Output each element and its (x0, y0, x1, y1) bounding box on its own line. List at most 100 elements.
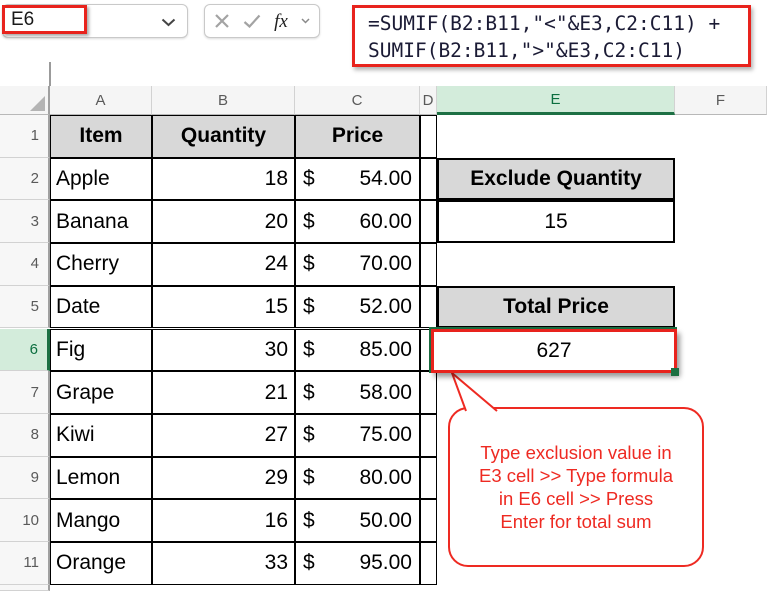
cell-B11[interactable]: 33 (152, 542, 295, 585)
row-header-10[interactable]: 10 (0, 499, 50, 542)
currency-symbol: $ (303, 423, 315, 447)
cell-D4[interactable] (420, 243, 437, 286)
price-value: 52.00 (359, 295, 412, 319)
price-value: 95.00 (359, 551, 412, 575)
cell-D11[interactable] (420, 542, 437, 585)
cell-B2[interactable]: 18 (152, 158, 295, 201)
gridline-stub (49, 62, 51, 86)
column-header-E[interactable]: E (437, 86, 675, 115)
currency-symbol: $ (303, 381, 315, 405)
callout-bubble: Type exclusion value in E3 cell >> Type … (448, 407, 704, 567)
cell-D5[interactable] (420, 286, 437, 329)
formula-line-1: =SUMIF(B2:B11,"<"&E3,C2:C11) + (368, 10, 748, 37)
cell-B8[interactable]: 27 (152, 414, 295, 457)
cell-D8[interactable] (420, 414, 437, 457)
cell-B6[interactable]: 30 (152, 329, 295, 372)
row-header-5[interactable]: 5 (0, 286, 50, 329)
cell-A7[interactable]: Grape (50, 371, 152, 414)
row-header-partial (0, 585, 50, 591)
formula-buttons-group: fx (204, 4, 320, 38)
currency-symbol: $ (303, 466, 315, 490)
enter-check-icon[interactable] (243, 14, 261, 28)
cell-A11[interactable]: Orange (50, 542, 152, 585)
currency-symbol: $ (303, 295, 315, 319)
fill-handle[interactable] (671, 368, 679, 376)
name-box-dropdown-icon[interactable] (161, 18, 176, 27)
column-header-F[interactable]: F (675, 86, 767, 115)
cell-A4[interactable]: Cherry (50, 243, 152, 286)
cell-B7[interactable]: 21 (152, 371, 295, 414)
row-header-1[interactable]: 1 (0, 115, 50, 158)
insert-function-button[interactable]: fx (274, 12, 288, 31)
callout-tail (440, 370, 510, 415)
cell-C4[interactable]: $70.00 (295, 243, 420, 286)
callout-line: E3 cell >> Type formula (479, 464, 673, 487)
cell-A3[interactable]: Banana (50, 200, 152, 243)
cell-C10[interactable]: $50.00 (295, 499, 420, 542)
cell-A9[interactable]: Lemon (50, 457, 152, 500)
column-header-D[interactable]: D (420, 86, 437, 115)
cell-E5[interactable]: Total Price (437, 286, 675, 329)
price-value: 58.00 (359, 381, 412, 405)
spreadsheet-grid: Type exclusion value in E3 cell >> Type … (0, 86, 767, 591)
select-all-corner[interactable] (0, 86, 50, 115)
row-header-6[interactable]: 6 (0, 329, 50, 372)
fx-dropdown-icon[interactable] (301, 18, 310, 24)
cell-B9[interactable]: 29 (152, 457, 295, 500)
currency-symbol: $ (303, 338, 315, 362)
price-value: 50.00 (359, 509, 412, 533)
cell-D1[interactable] (420, 115, 437, 158)
cell-B10[interactable]: 16 (152, 499, 295, 542)
cell-B1[interactable]: Quantity (152, 115, 295, 158)
name-box-red-annotation: E6 (2, 5, 87, 34)
total-value: 627 (536, 339, 571, 363)
cell-A6[interactable]: Fig (50, 329, 152, 372)
formula-bar[interactable]: =SUMIF(B2:B11,"<"&E3,C2:C11) + SUMIF(B2:… (352, 5, 751, 67)
column-header-B[interactable]: B (152, 86, 295, 115)
cell-A2[interactable]: Apple (50, 158, 152, 201)
cell-C1[interactable]: Price (295, 115, 420, 158)
cell-D3[interactable] (420, 200, 437, 243)
cell-A1[interactable]: Item (50, 115, 152, 158)
column-header-C[interactable]: C (295, 86, 420, 115)
cell-B4[interactable]: 24 (152, 243, 295, 286)
currency-symbol: $ (303, 210, 315, 234)
price-value: 85.00 (359, 338, 412, 362)
cell-C5[interactable]: $52.00 (295, 286, 420, 329)
column-header-A[interactable]: A (50, 86, 152, 115)
cell-C3[interactable]: $60.00 (295, 200, 420, 243)
cell-D2[interactable] (420, 158, 437, 201)
row-header-2[interactable]: 2 (0, 158, 50, 201)
currency-symbol: $ (303, 551, 315, 575)
cell-E6[interactable]: 627 (429, 327, 677, 374)
cell-B5[interactable]: 15 (152, 286, 295, 329)
row-header-11[interactable]: 11 (0, 542, 50, 585)
cell-E2[interactable]: Exclude Quantity (437, 158, 675, 201)
cell-D9[interactable] (420, 457, 437, 500)
cell-D10[interactable] (420, 499, 437, 542)
cell-E3[interactable]: 15 (437, 200, 675, 243)
cell-A5[interactable]: Date (50, 286, 152, 329)
row-header-9[interactable]: 9 (0, 457, 50, 500)
currency-symbol: $ (303, 509, 315, 533)
cell-C11[interactable]: $95.00 (295, 542, 420, 585)
row-header-3[interactable]: 3 (0, 200, 50, 243)
cell-C6[interactable]: $85.00 (295, 329, 420, 372)
cell-C7[interactable]: $58.00 (295, 371, 420, 414)
name-box-value: E6 (5, 9, 34, 31)
row-header-8[interactable]: 8 (0, 414, 50, 457)
cell-D7[interactable] (420, 371, 437, 414)
cancel-icon[interactable] (214, 13, 230, 29)
callout-line: in E6 cell >> Press (499, 487, 653, 510)
cell-C8[interactable]: $75.00 (295, 414, 420, 457)
cell-C2[interactable]: $54.00 (295, 158, 420, 201)
cell-E6-red-annotation: 627 (431, 329, 677, 374)
cell-B3[interactable]: 20 (152, 200, 295, 243)
name-box[interactable]: E6 (2, 4, 188, 38)
cell-A10[interactable]: Mango (50, 499, 152, 542)
row-header-4[interactable]: 4 (0, 243, 50, 286)
cell-A8[interactable]: Kiwi (50, 414, 152, 457)
cell-C9[interactable]: $80.00 (295, 457, 420, 500)
row-header-7[interactable]: 7 (0, 371, 50, 414)
price-value: 75.00 (359, 423, 412, 447)
